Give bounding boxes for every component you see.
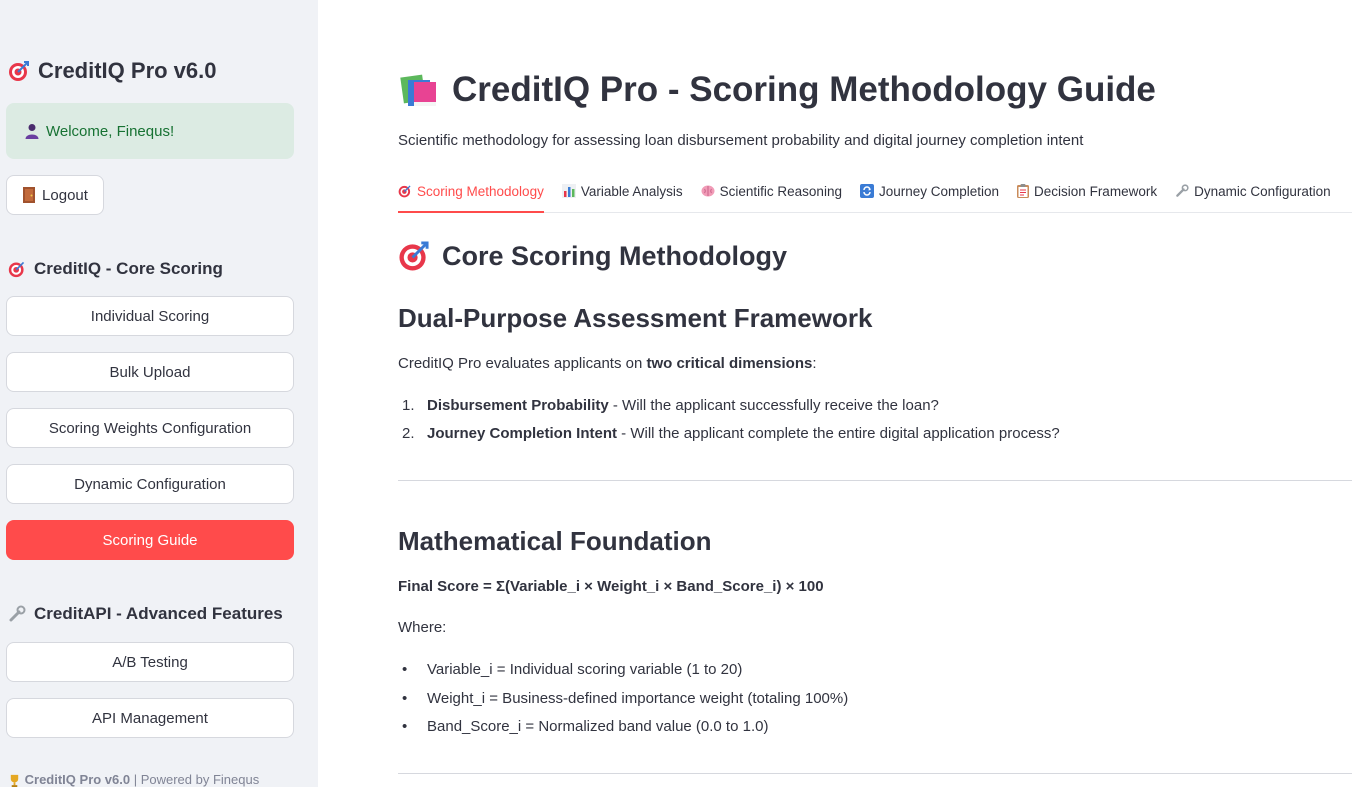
tab-scoring-methodology[interactable]: Scoring Methodology bbox=[398, 180, 544, 213]
formula: Final Score = Σ(Variable_i × Weight_i × … bbox=[398, 578, 824, 595]
list-item: 2. Journey Completion Intent - Will the … bbox=[402, 425, 1060, 442]
tab-label: Scientific Reasoning bbox=[719, 184, 842, 199]
nav-label: A/B Testing bbox=[112, 653, 188, 671]
target-icon bbox=[8, 60, 30, 82]
advanced-features-title-text: CreditAPI - Advanced Features bbox=[34, 604, 283, 623]
tab-label: Journey Completion bbox=[878, 184, 1000, 199]
dimension-name: Disbursement Probability bbox=[427, 397, 609, 414]
target-icon bbox=[398, 184, 412, 198]
divider bbox=[398, 773, 1352, 774]
nav-bulk-upload-button[interactable]: Bulk Upload bbox=[6, 352, 294, 392]
bullet: • bbox=[402, 718, 408, 735]
cycle-icon bbox=[859, 184, 874, 198]
core-scoring-title-text: CreditIQ - Core Scoring bbox=[34, 259, 223, 278]
trophy-icon bbox=[8, 774, 21, 787]
books-icon bbox=[398, 72, 438, 108]
divider bbox=[398, 480, 1352, 481]
nav-scoring-weights-button[interactable]: Scoring Weights Configuration bbox=[6, 408, 294, 448]
intro-punct: : bbox=[812, 355, 817, 372]
framework-intro: CreditIQ Pro evaluates applicants on two… bbox=[398, 355, 817, 372]
definition-text: Weight_i = Business-defined importance w… bbox=[427, 690, 849, 707]
bar-chart-icon bbox=[561, 184, 576, 198]
sidebar-footer: CreditIQ Pro v6.0 | Powered by Finequs bbox=[8, 772, 259, 787]
page-title: CreditIQ Pro - Scoring Methodology Guide bbox=[398, 70, 1156, 110]
bullet: • bbox=[402, 661, 408, 678]
list-number: 1. bbox=[402, 397, 415, 414]
tab-decision-framework[interactable]: Decision Framework bbox=[1017, 180, 1157, 213]
tab-dynamic-configuration[interactable]: Dynamic Configuration bbox=[1175, 180, 1331, 213]
welcome-banner: Welcome, Finequs! bbox=[6, 103, 294, 159]
target-icon bbox=[398, 240, 430, 272]
app-title-text: CreditIQ Pro v6.0 bbox=[38, 58, 217, 83]
tab-bar: Scoring Methodology Variable Analysis Sc… bbox=[398, 180, 1352, 213]
main-content: CreditIQ Pro - Scoring Methodology Guide… bbox=[398, 0, 1352, 787]
list-number: 2. bbox=[402, 425, 415, 442]
tab-label: Variable Analysis bbox=[580, 184, 683, 199]
clipboard-icon bbox=[1017, 184, 1030, 198]
tab-label: Dynamic Configuration bbox=[1194, 184, 1331, 199]
intro-bold-text: two critical dimensions bbox=[646, 355, 813, 372]
tab-variable-analysis[interactable]: Variable Analysis bbox=[561, 180, 683, 213]
dimension-name: Journey Completion Intent bbox=[427, 425, 618, 442]
sidebar: CreditIQ Pro v6.0 Welcome, Finequs! Logo… bbox=[0, 0, 318, 787]
math-heading: Mathematical Foundation bbox=[398, 526, 712, 556]
nav-label: Scoring Guide bbox=[102, 531, 198, 549]
nav-label: Bulk Upload bbox=[109, 363, 191, 381]
nav-label: API Management bbox=[92, 709, 208, 727]
nav-label: Individual Scoring bbox=[90, 307, 210, 325]
tab-journey-completion[interactable]: Journey Completion bbox=[859, 180, 1000, 213]
section-heading: Core Scoring Methodology bbox=[398, 240, 787, 272]
advanced-features-section-title: CreditAPI - Advanced Features bbox=[8, 604, 283, 624]
core-scoring-section-title: CreditIQ - Core Scoring bbox=[8, 259, 223, 279]
tab-scientific-reasoning[interactable]: Scientific Reasoning bbox=[701, 180, 842, 213]
list-item: • Band_Score_i = Normalized band value (… bbox=[402, 718, 768, 735]
nav-ab-testing-button[interactable]: A/B Testing bbox=[6, 642, 294, 682]
bullet: • bbox=[402, 690, 408, 707]
nav-dynamic-configuration-button[interactable]: Dynamic Configuration bbox=[6, 464, 294, 504]
definition-text: Band_Score_i = Normalized band value (0.… bbox=[427, 718, 769, 735]
list-item: • Weight_i = Business-defined importance… bbox=[402, 690, 848, 707]
dimension-description: - Will the applicant successfully receiv… bbox=[608, 397, 939, 414]
section-heading-text: Core Scoring Methodology bbox=[442, 240, 788, 271]
tab-label: Decision Framework bbox=[1034, 184, 1158, 199]
definition-text: Variable_i = Individual scoring variable… bbox=[427, 661, 743, 678]
nav-label: Scoring Weights Configuration bbox=[48, 419, 252, 437]
page-subtitle: Scientific methodology for assessing loa… bbox=[398, 132, 1084, 149]
nav-individual-scoring-button[interactable]: Individual Scoring bbox=[6, 296, 294, 336]
user-icon bbox=[24, 123, 40, 139]
app-title: CreditIQ Pro v6.0 bbox=[8, 58, 217, 84]
framework-heading: Dual-Purpose Assessment Framework bbox=[398, 303, 873, 333]
wrench-icon bbox=[8, 605, 26, 623]
nav-scoring-guide-button[interactable]: Scoring Guide bbox=[6, 520, 294, 560]
page-title-text: CreditIQ Pro - Scoring Methodology Guide bbox=[452, 70, 1156, 109]
welcome-text: Welcome, Finequs! bbox=[46, 122, 175, 140]
wrench-icon bbox=[1175, 184, 1189, 198]
list-item: 1. Disbursement Probability - Will the a… bbox=[402, 397, 939, 414]
list-item: • Variable_i = Individual scoring variab… bbox=[402, 661, 742, 678]
tab-label: Scoring Methodology bbox=[417, 184, 544, 199]
where-label: Where: bbox=[398, 619, 447, 636]
door-icon bbox=[22, 187, 36, 203]
logout-button[interactable]: Logout bbox=[6, 175, 104, 215]
target-icon bbox=[8, 260, 26, 278]
nav-api-management-button[interactable]: API Management bbox=[6, 698, 294, 738]
nav-label: Dynamic Configuration bbox=[74, 475, 226, 493]
logout-label: Logout bbox=[42, 186, 88, 204]
footer-app-name: CreditIQ Pro v6.0 bbox=[24, 772, 131, 787]
footer-powered-by: | Powered by Finequs bbox=[130, 772, 260, 787]
intro-text: CreditIQ Pro evaluates applicants on bbox=[398, 355, 647, 372]
brain-icon bbox=[701, 184, 715, 198]
dimension-description: - Will the applicant complete the entire… bbox=[617, 425, 1060, 442]
